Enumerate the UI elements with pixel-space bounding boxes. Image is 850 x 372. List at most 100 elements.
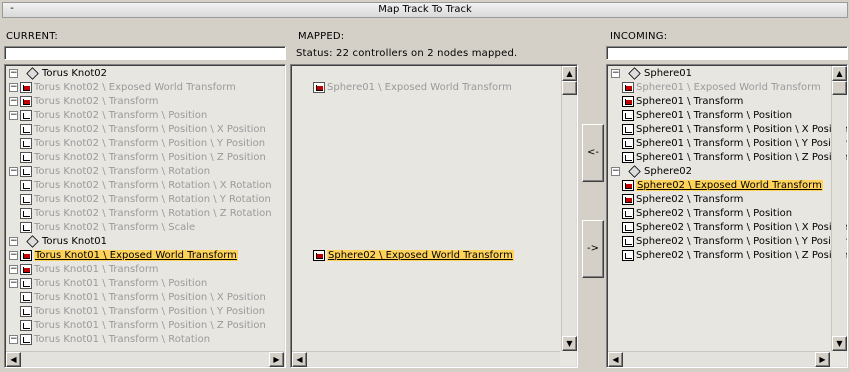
track-row[interactable]: Sphere02 \ Exposed World Transform xyxy=(609,179,823,193)
controller-icon xyxy=(622,249,634,261)
track-row[interactable]: Torus Knot02 \ Transform \ Position \ Y … xyxy=(7,137,265,151)
expand-toggle-icon[interactable]: − xyxy=(9,68,18,78)
row-label: Torus Knot02 \ Transform \ Rotation xyxy=(34,166,211,177)
scroll-right-button[interactable]: ▶ xyxy=(815,352,830,367)
track-row[interactable]: Torus Knot01 \ Transform \ Position \ X … xyxy=(7,291,266,305)
current-label: CURRENT: xyxy=(6,31,58,42)
scroll-right-button[interactable]: ▶ xyxy=(269,352,284,367)
row-label: Sphere01 \ Transform \ Position \ Z Posi… xyxy=(636,152,848,163)
track-row[interactable]: Torus Knot02 \ Transform \ Scale xyxy=(7,221,195,235)
track-row[interactable]: Sphere01 \ Transform xyxy=(609,95,743,109)
track-row[interactable]: Sphere02 \ Transform xyxy=(609,193,743,207)
row-label: Torus Knot02 \ Exposed World Transform xyxy=(34,82,236,93)
expand-toggle-icon[interactable]: − xyxy=(9,334,18,344)
track-row[interactable]: − Torus Knot02 \ Exposed World Transform xyxy=(7,81,236,95)
expand-toggle-icon[interactable]: − xyxy=(9,278,18,288)
node-row[interactable]: − Torus Knot01 xyxy=(7,235,107,249)
scroll-down-button[interactable]: ▼ xyxy=(832,336,847,351)
controller-icon xyxy=(20,207,32,219)
track-row[interactable]: − Torus Knot01 \ Transform xyxy=(7,263,159,277)
expand-toggle-icon[interactable]: − xyxy=(9,82,18,92)
current-hscrollbar[interactable]: ◀ ▶ xyxy=(6,351,284,367)
track-row[interactable]: Sphere02 \ Transform \ Position xyxy=(609,207,792,221)
track-row[interactable]: Sphere02 \ Transform \ Position \ X Posi… xyxy=(609,221,847,235)
mapped-hscrollbar[interactable]: ◀ xyxy=(292,351,560,367)
row-label: Torus Knot01 \ Transform \ Rotation xyxy=(34,334,211,345)
track-row[interactable]: Torus Knot01 \ Transform \ Position \ Y … xyxy=(7,305,265,319)
incoming-label: INCOMING: xyxy=(610,31,668,42)
map-right-button[interactable]: -> xyxy=(582,220,604,278)
track-row[interactable]: Sphere02 \ Transform \ Position \ Y Posi… xyxy=(609,235,847,249)
node-row[interactable]: − Sphere02 xyxy=(609,165,692,179)
controller-icon xyxy=(20,179,32,191)
track-row[interactable]: − Torus Knot02 \ Transform \ Rotation xyxy=(7,165,210,179)
controller-icon xyxy=(622,207,634,219)
track-row[interactable]: − Torus Knot01 \ Transform \ Position xyxy=(7,277,207,291)
expand-toggle-icon[interactable]: − xyxy=(611,166,620,176)
node-icon xyxy=(26,235,38,247)
node-icon xyxy=(628,165,640,177)
row-label: Sphere02 \ Transform \ Position xyxy=(636,208,793,219)
track-row[interactable]: Torus Knot02 \ Transform \ Rotation \ Y … xyxy=(7,193,271,207)
row-label: Torus Knot01 \ Transform \ Position \ Z … xyxy=(34,320,266,331)
expand-toggle-icon[interactable]: − xyxy=(9,236,18,246)
expand-toggle-icon[interactable]: − xyxy=(611,68,620,78)
track-row[interactable]: Sphere01 \ Exposed World Transform xyxy=(609,81,821,95)
expand-toggle-icon[interactable]: − xyxy=(9,110,18,120)
track-row[interactable]: Torus Knot01 \ Transform \ Position \ Z … xyxy=(7,319,266,333)
row-label: Sphere01 \ Transform xyxy=(636,96,744,107)
scroll-down-button[interactable]: ▼ xyxy=(562,336,577,351)
track-row[interactable]: Sphere02 \ Transform \ Position \ Z Posi… xyxy=(609,249,848,263)
incoming-vscrollbar[interactable]: ▲ ▼ xyxy=(831,66,847,351)
track-row[interactable]: − Torus Knot01 \ Transform \ Rotation xyxy=(7,333,210,347)
scroll-up-button[interactable]: ▲ xyxy=(832,66,847,81)
row-label: Torus Knot01 \ Transform \ Position \ X … xyxy=(34,292,266,303)
row-label: Sphere02 \ Transform \ Position \ Z Posi… xyxy=(636,250,848,261)
track-row[interactable]: Torus Knot02 \ Transform \ Rotation \ X … xyxy=(7,179,272,193)
scroll-up-button[interactable]: ▲ xyxy=(562,66,577,81)
incoming-tree-panel[interactable]: − Sphere01 Sphere01 \ Exposed World Transf… xyxy=(606,64,848,368)
track-row[interactable]: Sphere01 \ Exposed World Transform xyxy=(313,81,512,95)
expand-toggle-icon[interactable]: − xyxy=(9,264,18,274)
scroll-left-button[interactable]: ◀ xyxy=(292,352,307,367)
current-filter-field[interactable] xyxy=(4,46,286,60)
scroll-left-button[interactable]: ◀ xyxy=(6,352,21,367)
track-row[interactable]: − Torus Knot02 \ Transform xyxy=(7,95,159,109)
track-row[interactable]: Torus Knot02 \ Transform \ Position \ Z … xyxy=(7,151,266,165)
scroll-left-button[interactable]: ◀ xyxy=(608,352,623,367)
controller-icon xyxy=(20,249,32,261)
row-label: Torus Knot02 \ Transform \ Position \ X … xyxy=(34,124,266,135)
track-row[interactable]: − Torus Knot01 \ Exposed World Transform xyxy=(7,249,238,263)
row-label: Torus Knot01 xyxy=(42,236,108,247)
mapped-label: MAPPED: xyxy=(298,31,345,42)
expand-toggle-icon[interactable]: − xyxy=(9,166,18,176)
controller-icon xyxy=(313,249,325,261)
controller-icon xyxy=(20,333,32,345)
incoming-hscrollbar[interactable]: ◀ ▶ xyxy=(608,351,830,367)
expand-toggle-icon[interactable]: − xyxy=(9,250,18,260)
expand-toggle-icon[interactable]: − xyxy=(9,96,18,106)
node-row[interactable]: − Sphere01 xyxy=(609,67,692,81)
current-tree-panel[interactable]: − Torus Knot02 − Torus Knot02 \ Exposed Wor… xyxy=(4,64,286,368)
track-row[interactable]: Torus Knot02 \ Transform \ Position \ X … xyxy=(7,123,266,137)
controller-icon xyxy=(20,137,32,149)
scroll-thumb[interactable] xyxy=(562,81,577,95)
controller-icon xyxy=(622,221,634,233)
track-row[interactable]: − Torus Knot02 \ Transform \ Position xyxy=(7,109,207,123)
track-row[interactable]: Sphere01 \ Transform \ Position \ X Posi… xyxy=(609,123,847,137)
map-left-button[interactable]: <- xyxy=(582,124,604,182)
mapped-tree: Sphere01 \ Exposed World Transform Sphere… xyxy=(293,67,577,367)
mapped-vscrollbar[interactable]: ▲ ▼ xyxy=(561,66,577,351)
track-row[interactable]: Sphere01 \ Transform \ Position \ Z Posi… xyxy=(609,151,848,165)
track-row[interactable]: Sphere02 \ Exposed World Transform xyxy=(313,249,514,263)
track-row[interactable]: Sphere01 \ Transform \ Position xyxy=(609,109,792,123)
scroll-thumb[interactable] xyxy=(832,81,847,95)
row-label: Sphere02 \ Transform xyxy=(636,194,744,205)
track-row[interactable]: Torus Knot02 \ Transform \ Rotation \ Z … xyxy=(7,207,272,221)
mapped-tree-panel[interactable]: Sphere01 \ Exposed World Transform Sphere… xyxy=(290,64,578,368)
node-icon xyxy=(26,67,38,79)
node-row[interactable]: − Torus Knot02 xyxy=(7,67,107,81)
track-row[interactable]: Sphere01 \ Transform \ Position \ Y Posi… xyxy=(609,137,847,151)
controller-icon xyxy=(622,235,634,247)
incoming-filter-field[interactable] xyxy=(606,46,848,60)
